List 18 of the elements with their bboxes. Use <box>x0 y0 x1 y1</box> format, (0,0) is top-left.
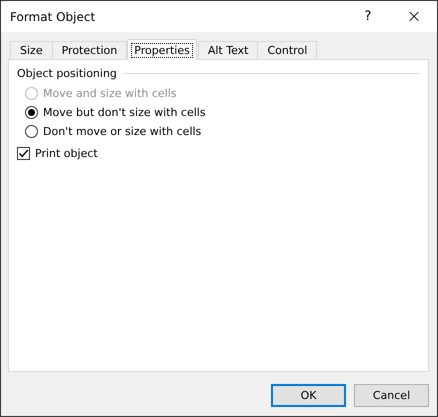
window-title: Format Object <box>10 10 96 24</box>
tab[interactable]: Protection <box>52 41 128 59</box>
help-button[interactable]: ? <box>345 1 391 32</box>
checkbox-label[interactable]: Print object <box>35 147 98 160</box>
tab[interactable]: Control <box>257 41 318 59</box>
radio-button[interactable] <box>25 106 38 119</box>
tab[interactable]: Alt Text <box>198 41 258 59</box>
checkmark-icon <box>18 148 29 159</box>
checkbox[interactable] <box>17 147 30 160</box>
dialog-button[interactable]: OK <box>271 384 346 407</box>
option-label[interactable]: Don't move or size with cells <box>43 125 202 138</box>
tab[interactable]: Size <box>10 41 53 59</box>
radio-button[interactable] <box>25 125 38 138</box>
tab[interactable]: Properties <box>127 39 197 60</box>
option-label[interactable]: Move but don't size with cells <box>43 106 206 119</box>
close-button[interactable]: × <box>391 1 437 32</box>
group-title: Object positioning <box>17 67 117 80</box>
dialog-button[interactable]: Cancel <box>354 384 429 407</box>
